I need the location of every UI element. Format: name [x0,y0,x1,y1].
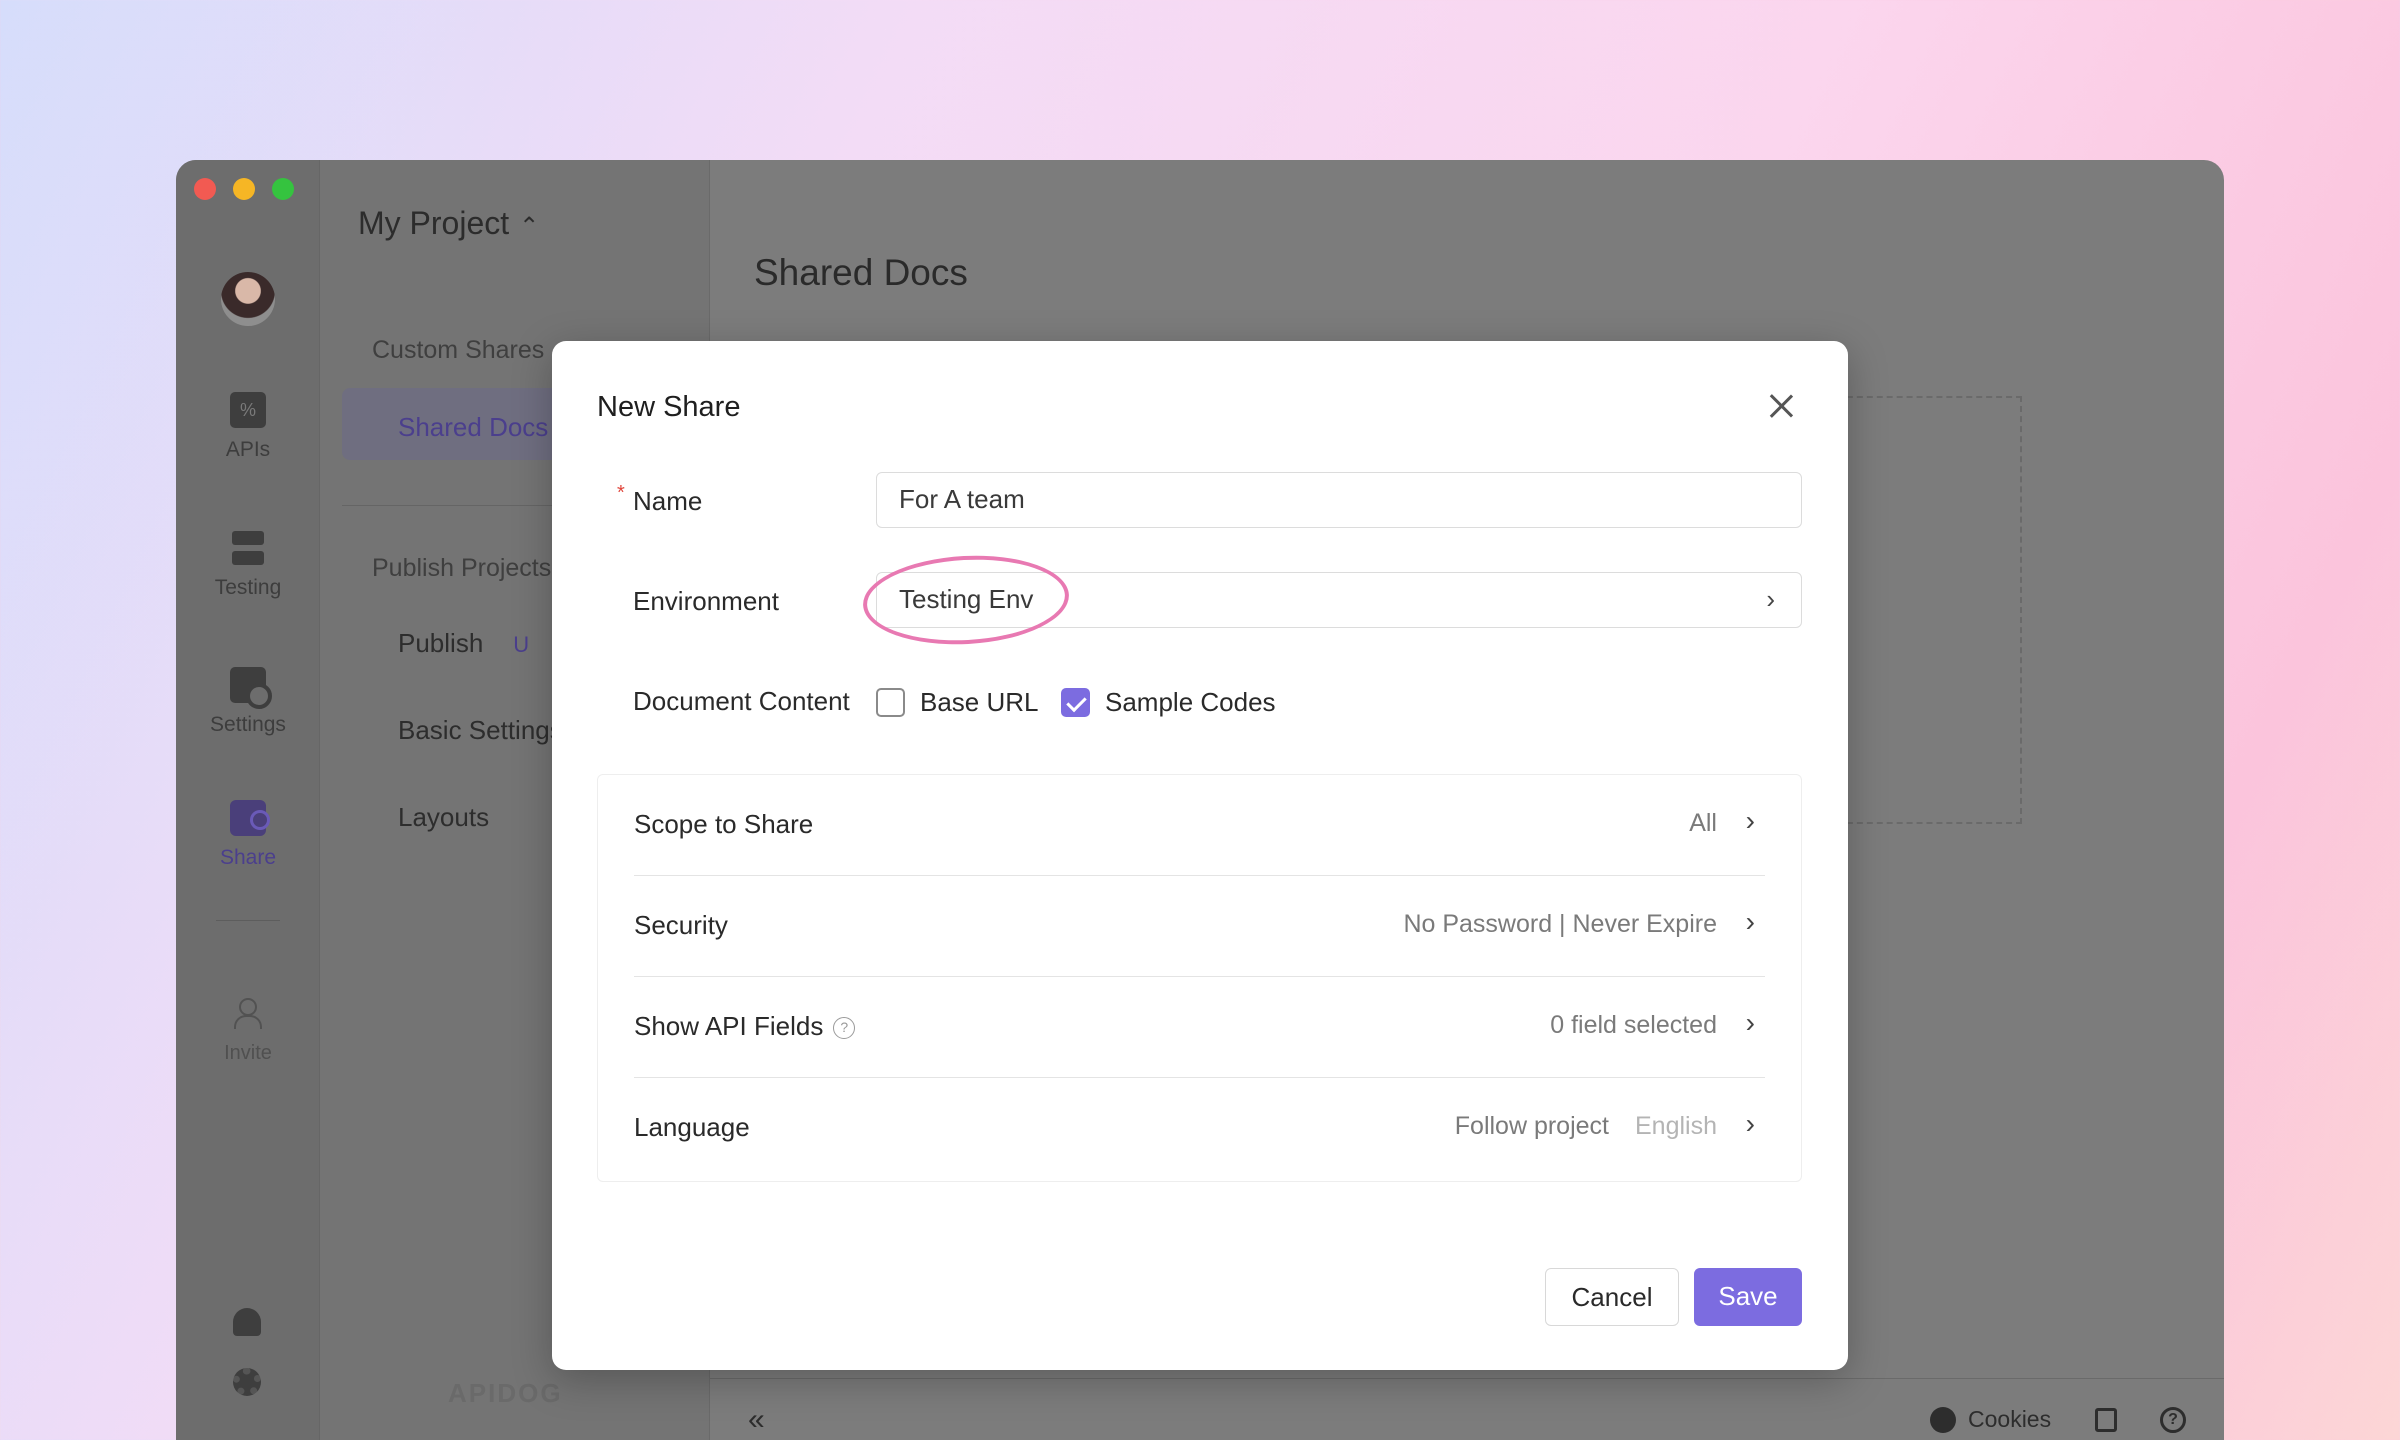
row-value: Follow project [1454,1112,1609,1140]
publish-status-tag: U [513,632,530,657]
base-url-checkbox[interactable] [876,688,905,717]
chevron-right-icon: › [1766,584,1775,614]
share-options-panel: Scope to Share All › Security No Passwor… [597,774,1802,1182]
rail-item-label: Settings [210,713,286,736]
help-icon[interactable]: ? [2160,1406,2186,1433]
nav-item-shared-docs[interactable]: Shared Docs [398,412,548,443]
row-label: Scope to Share [634,809,814,839]
icon-rail: APIs Testing Settings Share Invite [176,160,320,1440]
name-input[interactable]: For A team [876,472,1802,528]
row-label: Language [634,1112,750,1142]
rail-item-label: Share [219,846,277,869]
page-title: Shared Docs [754,252,968,293]
rail-item-label: Invite [224,1042,272,1064]
collapse-sidebar-icon[interactable]: « [748,1403,765,1437]
row-value: All [1689,809,1717,837]
cookies-button[interactable]: Cookies [1968,1406,2051,1433]
document-content-label: Document Content [633,686,850,716]
chevron-right-icon: › [1745,805,1755,836]
nav-item-publish[interactable]: Publish U [398,628,529,659]
sample-codes-label[interactable]: Sample Codes [1105,687,1276,718]
gear-icon[interactable] [233,1368,261,1396]
nav-item-basic-settings[interactable]: Basic Settings [398,715,563,746]
nav-item-layouts[interactable]: Layouts [398,802,489,833]
name-label-text: Name [633,486,703,516]
chevron-right-icon: › [1745,906,1755,937]
row-value: No Password | Never Expire [1403,910,1717,938]
testing-icon [230,530,266,566]
help-circle-icon[interactable]: ? [833,1017,856,1039]
rail-item-label: APIs [225,438,271,461]
save-button[interactable]: Save [1694,1268,1802,1326]
nav-section-publish: Publish Projects [372,554,552,582]
sample-codes-checkbox[interactable] [1061,688,1090,717]
rail-item-testing[interactable]: Testing [176,530,320,600]
row-value-secondary: English [1635,1112,1717,1140]
scope-to-share-row[interactable]: Scope to Share All › [634,775,1765,876]
row-label-wrap: Show API Fields? [634,1011,856,1042]
rail-item-apis[interactable]: APIs [176,392,320,462]
chevron-right-icon: › [1745,1007,1755,1038]
required-marker: * [617,482,625,504]
maximize-window-button[interactable] [272,178,294,200]
rail-item-share[interactable]: Share [176,800,320,870]
chevron-right-icon: › [1745,1108,1755,1139]
settings-icon [230,667,272,709]
row-label: Security [634,910,728,940]
bell-icon[interactable] [233,1308,261,1336]
bottom-bar: « Cookies ? [710,1378,2224,1440]
rail-item-settings[interactable]: Settings [176,667,320,737]
nav-section-custom-shares: Custom Shares [372,336,545,364]
shirt-icon[interactable] [2095,1407,2117,1432]
project-name: My Project [358,205,510,241]
row-value-wrap: Follow project English [1455,1112,1717,1141]
environment-label: Environment [633,586,779,616]
minimize-window-button[interactable] [233,178,255,200]
base-url-label[interactable]: Base URL [920,687,1039,718]
rail-item-label: Testing [214,576,282,599]
rail-item-invite[interactable]: Invite [176,996,320,1065]
name-label: * Name [617,482,703,517]
close-icon[interactable] [1766,391,1796,421]
row-value: 0 field selected [1550,1011,1717,1039]
apis-icon [230,392,266,428]
project-switcher[interactable]: My Project ⌃ [358,205,539,242]
chevron-updown-icon: ⌃ [519,213,540,240]
nav-item-publish-label: Publish [398,628,484,658]
row-label: Show API Fields [634,1011,824,1041]
new-share-dialog: New Share * Name For A team Environment T… [552,341,1848,1370]
close-window-button[interactable] [194,178,216,200]
show-api-fields-row[interactable]: Show API Fields? 0 field selected › [634,977,1765,1078]
cookie-icon [1930,1406,1956,1433]
apidog-logo: APIDOG [448,1378,563,1408]
share-icon [230,800,270,836]
security-row[interactable]: Security No Password | Never Expire › [634,876,1765,977]
cancel-button[interactable]: Cancel [1545,1268,1679,1326]
highlight-annotation [860,550,1072,650]
avatar[interactable] [221,272,275,326]
window-controls [194,178,294,200]
rail-divider [216,920,280,921]
invite-icon [230,996,266,1032]
language-row[interactable]: Language Follow project English › [634,1078,1765,1179]
dialog-title: New Share [597,391,741,423]
